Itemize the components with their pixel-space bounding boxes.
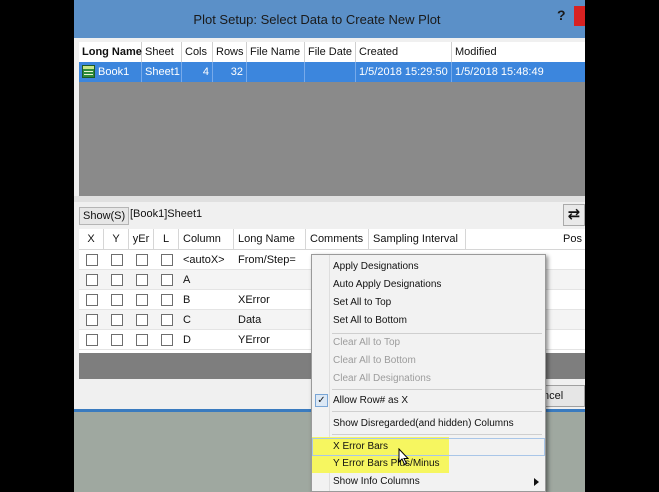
y-checkbox[interactable] [111,274,123,286]
x-checkbox[interactable] [86,334,98,346]
col-header-created[interactable]: Created [356,42,452,62]
modified-cell: 1/5/2018 15:48:49 [455,66,544,78]
col-header-rows[interactable]: Rows [213,42,247,62]
col-header-sampling-interval[interactable]: Sampling Interval [369,229,466,250]
menu-item-set-all-to-bottom[interactable]: Set All to Bottom [312,312,545,330]
menu-separator [332,434,542,435]
col-header-cols[interactable]: Cols [182,42,213,62]
column-long-name: YError [238,334,270,346]
book-table-header: Long Name Sheet Cols Rows File Name File… [79,42,585,62]
column-long-name [234,270,238,290]
menu-item-set-all-to-top[interactable]: Set All to Top [312,294,545,312]
title-bar: Plot Setup: Select Data to Create New Pl… [74,0,585,38]
x-checkbox[interactable] [86,254,98,266]
y-checkbox[interactable] [111,294,123,306]
col-header-pos[interactable]: Pos [559,229,585,250]
show-button[interactable]: Show(S) [79,207,130,225]
l-checkbox[interactable] [161,314,173,326]
yerr-checkbox[interactable] [136,254,148,266]
y-checkbox[interactable] [111,334,123,346]
col-header-y[interactable]: Y [104,229,129,250]
column-name: B [183,294,191,306]
menu-separator [332,389,542,390]
column-long-name: From/Step= [238,254,296,266]
swap-icon[interactable]: ⇄ [563,204,585,226]
menu-item-x-error-bars[interactable]: X Error Bars [312,438,545,456]
menu-item-clear-all-designations: Clear All Designations [333,373,431,384]
column-name: <autoX> [183,254,225,266]
menu-item-allow-row-as-x[interactable]: Allow Row# as X [312,392,545,410]
file-name-cell [247,62,305,82]
column-name: A [183,274,191,286]
panel-divider[interactable] [74,196,585,202]
col-header-long-name-2[interactable]: Long Name [234,229,306,250]
sheet-cell: Sheet1 [142,62,182,82]
cancel-button[interactable]: ncel [540,385,585,407]
yerr-checkbox[interactable] [136,274,148,286]
l-checkbox[interactable] [161,274,173,286]
dialog-title: Plot Setup: Select Data to Create New Pl… [193,12,441,27]
close-button[interactable] [574,6,585,26]
help-button[interactable]: ? [557,7,566,23]
menu-item-auto-apply-designations[interactable]: Auto Apply Designations [312,276,545,294]
col-header-modified[interactable]: Modified [452,42,585,62]
x-checkbox[interactable] [86,314,98,326]
mouse-cursor-icon [398,448,410,466]
l-checkbox[interactable] [161,334,173,346]
l-checkbox[interactable] [161,254,173,266]
menu-item-apply-designations[interactable]: Apply Designations [312,258,545,276]
x-checkbox[interactable] [86,274,98,286]
col-header-column[interactable]: Column [179,229,234,250]
col-header-l[interactable]: L [154,229,179,250]
context-menu: Apply Designations Auto Apply Designatio… [311,254,546,492]
book-list-table: Long Name Sheet Cols Rows File Name File… [79,42,585,196]
y-checkbox[interactable] [111,314,123,326]
file-date-cell [305,62,356,82]
menu-item-clear-all-to-top: Clear All to Top [333,337,401,348]
col-header-x[interactable]: X [79,229,104,250]
col-header-comments[interactable]: Comments [306,229,369,250]
menu-item-clear-all-to-bottom: Clear All to Bottom [333,355,416,366]
column-long-name: XError [238,294,270,306]
yerr-checkbox[interactable] [136,334,148,346]
show-bar: Show(S) [Book1]Sheet1 ⇄ [79,203,585,228]
col-header-yerr[interactable]: yEr [129,229,154,250]
column-table-header: X Y yEr L Column Long Name Comments Samp… [79,229,585,250]
column-long-name: Data [238,314,262,326]
sheet-path-label: [Book1]Sheet1 [130,208,203,220]
column-name: D [183,334,191,346]
book-name-cell: Book1 [79,62,142,82]
yerr-checkbox[interactable] [136,294,148,306]
menu-item-show-disregarded-columns[interactable]: Show Disregarded(and hidden) Columns [312,415,545,433]
y-checkbox[interactable] [111,254,123,266]
col-header-file-date[interactable]: File Date [305,42,356,62]
menu-separator [332,411,542,412]
col-header-long-name[interactable]: Long Name [79,42,142,62]
cols-cell: 4 [182,62,213,82]
col-header-sheet[interactable]: Sheet [142,42,182,62]
x-checkbox[interactable] [86,294,98,306]
menu-item-y-error-bars-plus-minus[interactable]: Y Error Bars Plus/Minus [312,455,545,473]
col-header-file-name[interactable]: File Name [247,42,305,62]
menu-item-show-info-columns[interactable]: Show Info Columns [312,473,545,491]
l-checkbox[interactable] [161,294,173,306]
column-name: C [183,314,191,326]
created-cell: 1/5/2018 15:29:50 [356,62,452,82]
book-name-text: Book1 [98,66,130,78]
submenu-arrow-icon [534,478,539,486]
table-row[interactable]: Book1 Sheet1 4 32 1/5/2018 15:29:50 1/5/… [79,62,585,82]
workbook-icon [82,65,95,78]
yerr-checkbox[interactable] [136,314,148,326]
rows-cell: 32 [213,62,247,82]
